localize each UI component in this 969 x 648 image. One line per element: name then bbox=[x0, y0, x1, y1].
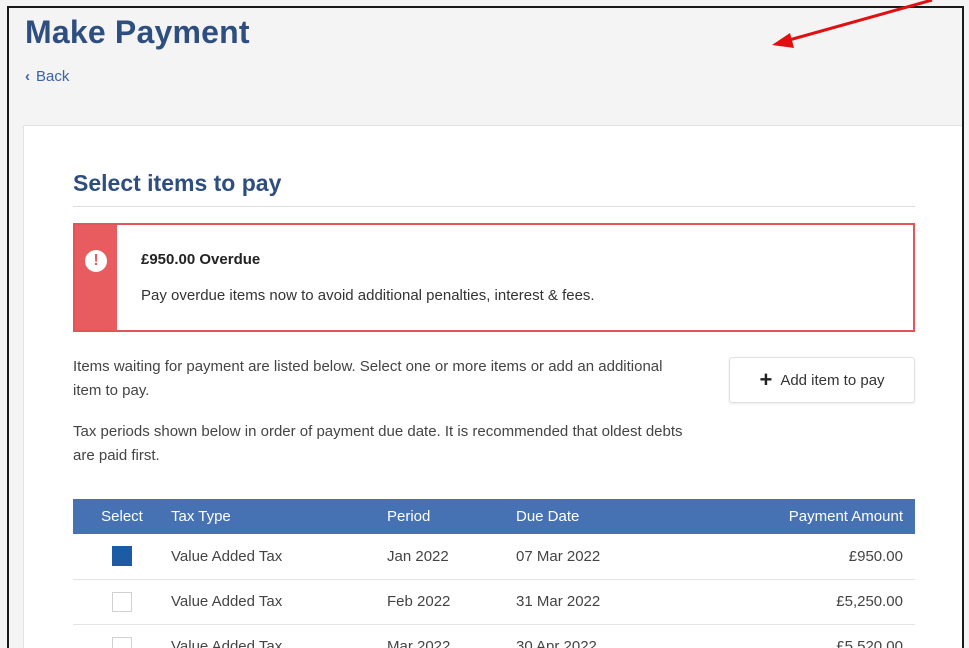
table-row[interactable]: Value Added Tax Jan 2022 07 Mar 2022 £95… bbox=[73, 534, 915, 580]
add-item-button[interactable]: + Add item to pay bbox=[729, 357, 915, 403]
period-cell: Jan 2022 bbox=[387, 534, 516, 580]
row-checkbox[interactable] bbox=[112, 546, 132, 567]
overdue-alert: ! £950.00 Overdue Pay overdue items now … bbox=[73, 223, 915, 332]
add-item-label: Add item to pay bbox=[780, 371, 885, 389]
period-cell: Mar 2022 bbox=[387, 624, 516, 648]
app-frame: Make Payment ‹ Back Select items to pay … bbox=[7, 6, 964, 648]
items-table: Select Tax Type Period Due Date Payment … bbox=[73, 499, 915, 648]
section-title: Select items to pay bbox=[73, 170, 282, 196]
plus-icon: + bbox=[759, 367, 773, 392]
due-date-cell: 31 Mar 2022 bbox=[516, 579, 731, 625]
section-divider bbox=[73, 206, 915, 207]
due-date-cell: 30 Apr 2022 bbox=[516, 624, 731, 648]
alert-message: Pay overdue items now to avoid additiona… bbox=[141, 287, 595, 304]
alert-bar: ! bbox=[75, 225, 117, 330]
table-header-row: Select Tax Type Period Due Date Payment … bbox=[73, 499, 915, 534]
select-cell bbox=[73, 534, 171, 580]
column-header-tax-type: Tax Type bbox=[171, 499, 387, 534]
tax-type-cell: Value Added Tax bbox=[171, 534, 387, 580]
page-title: Make Payment bbox=[25, 14, 250, 50]
amount-cell: £5,520.00 bbox=[731, 624, 915, 648]
row-checkbox[interactable] bbox=[112, 636, 132, 648]
select-cell bbox=[73, 624, 171, 648]
select-cell bbox=[73, 579, 171, 625]
back-label: Back bbox=[36, 68, 70, 85]
due-date-cell: 07 Mar 2022 bbox=[516, 534, 731, 580]
column-header-payment-amount: Payment Amount bbox=[731, 499, 915, 534]
table-row[interactable]: Value Added Tax Mar 2022 30 Apr 2022 £5,… bbox=[73, 624, 915, 648]
period-cell: Feb 2022 bbox=[387, 579, 516, 625]
tax-type-cell: Value Added Tax bbox=[171, 579, 387, 625]
table-row[interactable]: Value Added Tax Feb 2022 31 Mar 2022 £5,… bbox=[73, 579, 915, 625]
amount-cell: £950.00 bbox=[731, 534, 915, 580]
recommendation-text: Tax periods shown below in order of paym… bbox=[73, 423, 683, 464]
back-link[interactable]: ‹ Back bbox=[25, 68, 69, 85]
tax-type-cell: Value Added Tax bbox=[171, 624, 387, 648]
intro-text: Items waiting for payment are listed bel… bbox=[73, 358, 663, 399]
column-header-period: Period bbox=[387, 499, 516, 534]
amount-cell: £5,250.00 bbox=[731, 579, 915, 625]
row-checkbox[interactable] bbox=[112, 591, 132, 612]
chevron-left-icon: ‹ bbox=[25, 68, 30, 85]
column-header-due-date: Due Date bbox=[516, 499, 731, 534]
column-header-select: Select bbox=[73, 499, 171, 534]
payment-card: Select items to pay ! £950.00 Overdue Pa… bbox=[23, 125, 962, 648]
alert-title: £950.00 Overdue bbox=[141, 251, 261, 268]
exclamation-icon: ! bbox=[85, 250, 107, 272]
